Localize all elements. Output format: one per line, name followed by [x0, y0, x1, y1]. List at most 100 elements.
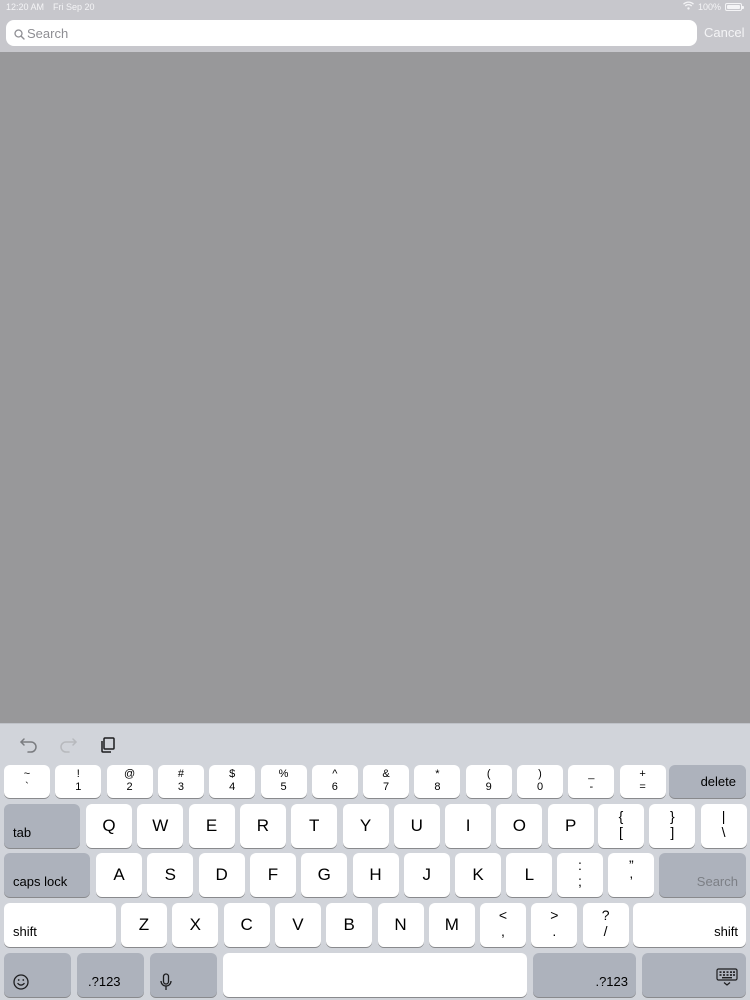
shift-right-key-label: shift [714, 924, 738, 939]
key-j[interactable]: J [403, 853, 450, 897]
key-7[interactable]: & 7 [363, 765, 410, 798]
key-equals[interactable]: + = [619, 765, 666, 798]
key-slash[interactable]: ? / [582, 903, 629, 947]
keyboard-dismiss-icon [716, 968, 738, 991]
key-letter: W [152, 816, 169, 835]
key-shift-char: ~ [23, 768, 31, 780]
key-1[interactable]: ! 1 [55, 765, 102, 798]
key-4[interactable]: $4 [209, 765, 256, 798]
key-base-char: 3 [177, 781, 184, 793]
redo-icon[interactable] [58, 735, 78, 758]
key-shift-char: | [721, 808, 726, 824]
caps-lock-key[interactable]: caps lock [4, 853, 90, 897]
shift-right-key[interactable]: shift [633, 903, 746, 947]
key-q[interactable]: Q [86, 804, 132, 848]
numbers-right-key[interactable]: .?123 [533, 953, 636, 997]
key-letter: O [512, 816, 526, 835]
key-g[interactable]: G [301, 853, 348, 897]
key-h[interactable]: H [352, 853, 399, 897]
key-base-char: = [639, 781, 646, 793]
keyboard-dismiss-key[interactable] [642, 953, 746, 997]
key-a[interactable]: A [96, 853, 142, 897]
key-apostrophe[interactable]: ”’ [608, 853, 655, 897]
key-p[interactable]: P [547, 804, 594, 848]
key-y[interactable]: Y [342, 804, 389, 848]
search-input[interactable] [27, 20, 687, 46]
key-shift-char: ! [76, 768, 80, 780]
key-5[interactable]: % 5 [260, 765, 307, 798]
key-letter: Z [138, 915, 150, 934]
key-2[interactable]: @2 [106, 765, 153, 798]
key-e[interactable]: E [188, 804, 235, 848]
key-base-char: 5 [280, 781, 287, 793]
key-base-char: 9 [485, 781, 492, 793]
key-k[interactable]: K [455, 853, 502, 897]
key-backslash[interactable]: | \ [700, 804, 747, 848]
key-f[interactable]: F [249, 853, 296, 897]
key-letter: J [422, 865, 432, 884]
key-shift-char: } [669, 808, 675, 824]
key-backtick[interactable]: ~ ` [4, 765, 50, 798]
key-l[interactable]: L [506, 853, 553, 897]
key-9[interactable]: (9 [465, 765, 512, 798]
tab-key[interactable]: tab [4, 804, 80, 848]
key-base-char: 4 [229, 781, 236, 793]
key-i[interactable]: I [445, 804, 492, 848]
key-d[interactable]: D [198, 853, 245, 897]
key-8[interactable]: * 8 [414, 765, 461, 798]
key-c[interactable]: C [223, 903, 270, 947]
undo-icon[interactable] [19, 735, 39, 758]
dimmed-overlay[interactable] [0, 52, 750, 723]
key-s[interactable]: S [147, 853, 194, 897]
key-shift-char: > [550, 907, 559, 923]
numbers-left-key[interactable]: .?123 [77, 953, 144, 997]
key-semicolon[interactable]: :; [557, 853, 603, 897]
emoji-key[interactable] [4, 953, 71, 997]
key-letter: V [292, 915, 304, 934]
key-r[interactable]: R [239, 804, 286, 848]
battery-percent: 100% [697, 1, 721, 12]
paste-icon[interactable] [99, 736, 117, 759]
key-comma[interactable]: <, [480, 903, 526, 947]
search-header: 12:20 AM Fri Sep 20 100% Cancel [0, 0, 750, 52]
key-b[interactable]: B [326, 903, 373, 947]
key-minus[interactable]: _ - [568, 765, 615, 798]
key-letter: E [205, 816, 218, 835]
key-base-char: 6 [331, 781, 338, 793]
key-0[interactable]: ) 0 [517, 765, 563, 798]
key-w[interactable]: W [137, 804, 184, 848]
key-6[interactable]: ^ 6 [311, 765, 358, 798]
key-letter: N [394, 915, 407, 934]
key-base-char: ` [25, 781, 29, 793]
key-lbracket[interactable]: {[ [598, 804, 644, 848]
key-t[interactable]: T [291, 804, 338, 848]
key-letter: G [317, 865, 331, 884]
key-v[interactable]: V [274, 903, 321, 947]
key-base-char: ; [578, 873, 582, 889]
delete-key[interactable]: delete [669, 765, 746, 798]
key-letter: R [256, 816, 270, 835]
key-m[interactable]: M [428, 903, 475, 947]
battery-icon [725, 2, 744, 11]
key-base-char: 1 [75, 781, 82, 793]
key-x[interactable]: X [172, 903, 219, 947]
shift-left-key[interactable]: shift [4, 903, 116, 947]
key-u[interactable]: U [393, 804, 440, 848]
search-bar[interactable] [6, 20, 697, 46]
key-n[interactable]: N [377, 903, 424, 947]
key-period[interactable]: >. [531, 903, 578, 947]
search-icon [14, 27, 25, 45]
key-rbracket[interactable]: }] [649, 804, 696, 848]
dictation-key[interactable] [150, 953, 217, 997]
key-shift-char: ) [538, 768, 542, 780]
key-shift-char: : [578, 857, 582, 873]
key-z[interactable]: Z [121, 903, 167, 947]
search-key[interactable]: Search [659, 853, 746, 897]
cancel-button[interactable]: Cancel [704, 25, 744, 40]
key-shift-char: _ [588, 768, 595, 780]
space-key[interactable] [223, 953, 527, 997]
key-shift-char: # [177, 768, 184, 780]
key-3[interactable]: #3 [157, 765, 204, 798]
key-letter: F [267, 865, 279, 884]
key-o[interactable]: O [496, 804, 543, 848]
